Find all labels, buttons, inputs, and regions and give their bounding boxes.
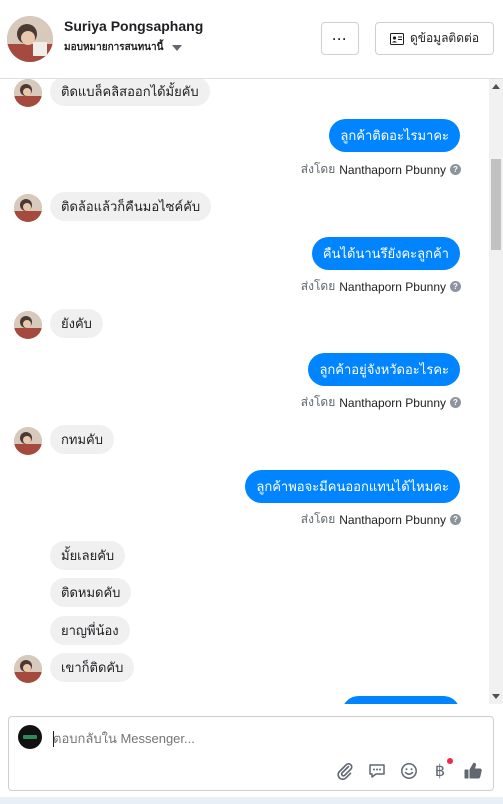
messenger-window: Suriya Pongsaphang มอบหมายการสนทนานี้ ··… — [0, 0, 503, 804]
thumbs-up-icon[interactable] — [463, 761, 483, 781]
page-avatar — [18, 725, 42, 749]
sent-by-prefix: ส่งโดย — [300, 512, 336, 526]
view-contact-info-label: ดูข้อมูลติดต่อ — [409, 31, 480, 45]
incoming-message: กทมคับ — [50, 425, 114, 454]
assign-conversation-dropdown[interactable]: มอบหมายการสนทนานี้ — [64, 40, 183, 55]
outgoing-message: ลูกค้าพอจะมีคนออกแทนได้ไหมคะ — [245, 470, 460, 503]
notification-dot — [447, 758, 453, 764]
avatar — [14, 194, 42, 222]
sent-by-label: ส่งโดย Nanthaporn Pbunny ? — [301, 160, 461, 179]
avatar — [14, 311, 42, 339]
reply-input[interactable] — [53, 731, 473, 746]
incoming-message: ติดหมดคับ — [50, 578, 132, 607]
outgoing-message: คืนได้นานรึยังคะลูกค้า — [311, 237, 460, 270]
scroll-down-arrow[interactable] — [492, 694, 500, 699]
incoming-message: มั้ยเลยคับ — [50, 541, 126, 570]
question-icon[interactable]: ? — [450, 281, 461, 292]
scroll-thumb[interactable] — [491, 159, 501, 250]
question-icon[interactable]: ? — [450, 397, 461, 408]
incoming-message: ติดล้อแล้วก็คืนมอไซค์คับ — [50, 192, 212, 221]
more-options-button[interactable]: ··· — [321, 22, 359, 55]
outgoing-message: ลูกค้าติดอะไรมาคะ — [329, 119, 460, 152]
conversation-header: Suriya Pongsaphang มอบหมายการสนทนานี้ ··… — [0, 0, 503, 79]
text-cursor — [53, 731, 54, 747]
sent-by-prefix: ส่งโดย — [300, 395, 336, 409]
chevron-down-icon — [172, 44, 183, 51]
contact-card-icon — [389, 32, 404, 45]
smile-icon[interactable] — [399, 761, 419, 781]
sent-by-label: ส่งโดย Nanthaporn Pbunny ? — [301, 393, 461, 412]
contact-name[interactable]: Suriya Pongsaphang — [64, 18, 203, 34]
question-icon[interactable]: ? — [450, 514, 461, 525]
incoming-message: ยังคับ — [50, 309, 103, 338]
sender-name: Nanthaporn Pbunny — [339, 162, 446, 177]
sent-by-label: ส่งโดย Nanthaporn Pbunny ? — [301, 510, 461, 529]
chat-bubble-icon[interactable] — [367, 761, 387, 781]
incoming-message: ยาญพี่น้อง — [50, 616, 130, 645]
avatar — [14, 655, 42, 683]
avatar[interactable] — [7, 16, 53, 62]
reply-composer: ฿ — [8, 716, 494, 791]
outgoing-message-partial — [342, 696, 460, 704]
avatar — [14, 427, 42, 455]
window-bottom-edge — [0, 797, 503, 804]
sent-by-prefix: ส่งโดย — [300, 279, 336, 293]
scrollbar[interactable] — [489, 79, 503, 704]
incoming-message: ติดแบล็คลิสออกได้มั้ยคับ — [50, 79, 210, 106]
sent-by-label: ส่งโดย Nanthaporn Pbunny ? — [301, 277, 461, 296]
sender-name: Nanthaporn Pbunny — [339, 512, 446, 527]
sender-name: Nanthaporn Pbunny — [339, 395, 446, 410]
incoming-message: เขาก็ติดคับ — [50, 653, 135, 682]
baht-icon[interactable]: ฿ — [430, 761, 450, 781]
question-icon[interactable]: ? — [450, 164, 461, 175]
sender-name: Nanthaporn Pbunny — [339, 279, 446, 294]
outgoing-message: ลูกค้าอยู่จังหวัดอะไรคะ — [308, 353, 460, 386]
scroll-up-arrow[interactable] — [492, 84, 500, 89]
message-thread[interactable]: ติดแบล็คลิสออกได้มั้ยคับ ลูกค้าติดอะไรมา… — [0, 79, 488, 704]
assign-label: มอบหมายการสนทนานี้ — [64, 42, 164, 53]
paperclip-icon[interactable] — [335, 761, 355, 781]
view-contact-info-button[interactable]: ดูข้อมูลติดต่อ — [375, 22, 494, 55]
avatar — [14, 79, 42, 107]
sent-by-prefix: ส่งโดย — [300, 162, 336, 176]
